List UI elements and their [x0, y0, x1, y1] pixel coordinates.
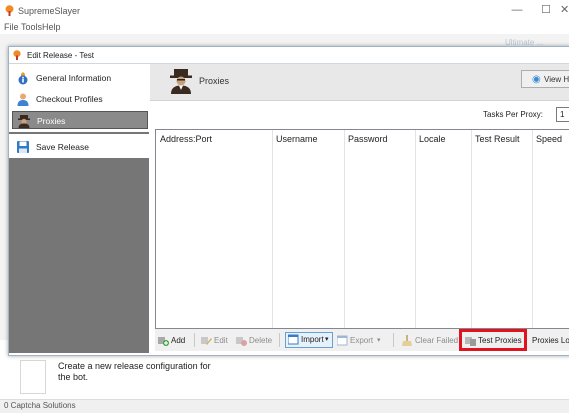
- floppy-disk-icon: [17, 141, 29, 153]
- column-header-address-port[interactable]: Address:Port: [157, 130, 272, 148]
- edit-icon: [201, 337, 212, 345]
- tasks-per-proxy-input[interactable]: 1: [556, 107, 569, 122]
- proxies-table[interactable]: [155, 129, 569, 329]
- section-title: Proxies: [199, 76, 230, 86]
- import-button[interactable]: Import ▾: [285, 332, 333, 348]
- app-titlebar: [0, 0, 569, 20]
- dialog-title: Edit Release - Test: [27, 51, 94, 60]
- toolbar-separator: [194, 333, 195, 347]
- status-text: 0 Captcha Solutions: [4, 401, 76, 410]
- sidebar-item-label: General Information: [36, 73, 112, 83]
- info-icon: [18, 72, 28, 85]
- spy-icon: [18, 115, 30, 128]
- add-icon: [158, 337, 169, 346]
- clear-failed-button[interactable]: Clear Failed: [402, 334, 458, 348]
- menu-tools[interactable]: Tools: [21, 22, 42, 32]
- export-icon: [337, 335, 348, 346]
- export-label: Export: [350, 336, 374, 345]
- delete-button[interactable]: Delete: [236, 334, 276, 348]
- import-label: Import: [301, 335, 324, 344]
- eye-icon: ◉: [532, 74, 541, 85]
- save-release-button[interactable]: Save Release: [12, 138, 148, 156]
- import-icon: [288, 334, 299, 345]
- toolbar-separator: [393, 333, 394, 347]
- highlight-box: [459, 329, 527, 351]
- column-header-username[interactable]: Username: [273, 130, 344, 148]
- sidebar-item-label: Proxies: [37, 116, 66, 126]
- clear-failed-label: Clear Failed: [415, 336, 459, 345]
- edit-label: Edit: [214, 336, 228, 345]
- export-button[interactable]: Export ▾: [337, 334, 385, 348]
- sidebar-item-checkout-profiles[interactable]: Checkout Profiles: [12, 90, 148, 108]
- app-logo-icon: [5, 5, 14, 16]
- column-divider: [415, 130, 416, 328]
- proxies-log-label: Proxies Lo: [532, 336, 569, 345]
- add-button[interactable]: Add: [158, 334, 190, 348]
- spy-icon: [170, 69, 192, 94]
- create-release-description: Create a new release configuration for t…: [58, 361, 211, 382]
- column-header-test-result[interactable]: Test Result: [472, 130, 532, 148]
- toolbar-separator: [279, 333, 280, 347]
- user-icon: [17, 93, 29, 106]
- column-divider: [272, 130, 273, 328]
- column-divider: [471, 130, 472, 328]
- delete-icon: [236, 337, 247, 346]
- edit-button[interactable]: Edit: [201, 334, 231, 348]
- menu-help[interactable]: Help: [42, 22, 61, 32]
- broom-icon: [402, 335, 412, 346]
- column-divider: [344, 130, 345, 328]
- view-button[interactable]: ◉ View H: [521, 70, 569, 88]
- chevron-down-icon: ▾: [325, 336, 329, 343]
- view-button-label: View H: [544, 75, 569, 84]
- sidebar-item-general-information[interactable]: General Information: [12, 69, 148, 87]
- chevron-down-icon: ▾: [377, 337, 381, 344]
- menubar: [0, 20, 569, 34]
- tasks-per-proxy-label: Tasks Per Proxy:: [483, 110, 544, 119]
- delete-label: Delete: [249, 336, 273, 345]
- statusbar: [0, 399, 569, 413]
- column-header-locale[interactable]: Locale: [416, 130, 471, 148]
- add-label: Add: [171, 336, 186, 345]
- sidebar-item-proxies[interactable]: Proxies: [12, 111, 148, 129]
- minimize-button[interactable]: —: [510, 4, 524, 16]
- column-header-speed[interactable]: Speed: [533, 130, 569, 148]
- document-icon: [20, 360, 46, 394]
- column-divider: [532, 130, 533, 328]
- proxies-log-button[interactable]: Proxies Lo: [530, 334, 569, 348]
- save-release-label: Save Release: [36, 142, 89, 152]
- close-button[interactable]: ✕: [560, 4, 569, 16]
- menu-file[interactable]: File: [4, 22, 19, 32]
- app-logo-icon: [13, 50, 21, 60]
- app-title: SupremeSlayer: [18, 6, 81, 16]
- maximize-button[interactable]: ☐: [539, 4, 553, 16]
- column-header-password[interactable]: Password: [345, 130, 415, 148]
- sidebar-item-label: Checkout Profiles: [36, 94, 103, 104]
